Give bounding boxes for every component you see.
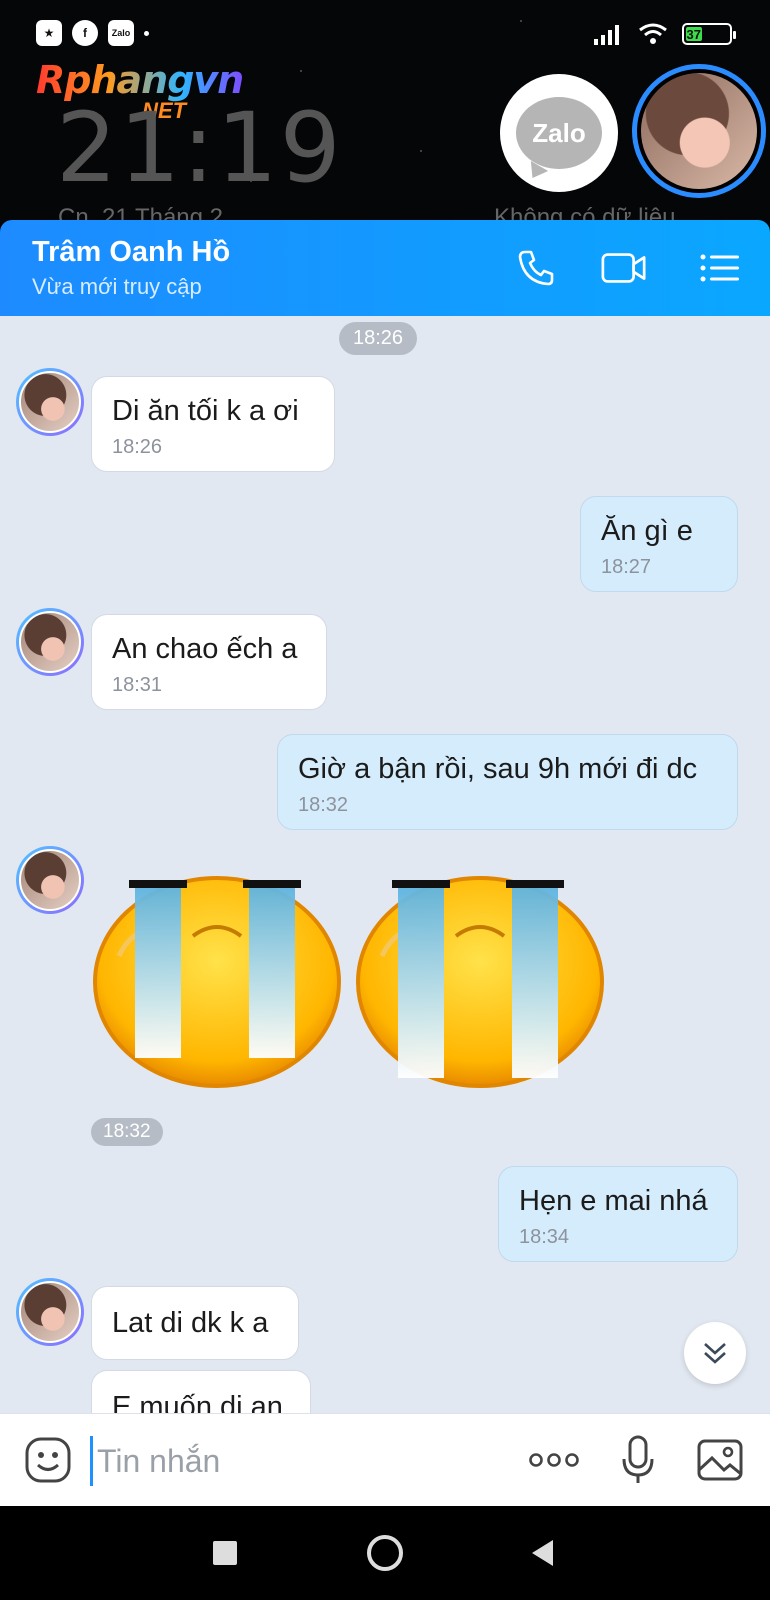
star-speck: [300, 70, 302, 72]
sticker-button[interactable]: [22, 1434, 74, 1486]
message-text: An chao ếch a: [112, 633, 298, 665]
chat-head-bubble[interactable]: [632, 64, 766, 198]
status-area: ★ f Zalo 37 Rphangvn .NET 21:19 Cn, 21 T…: [0, 0, 770, 225]
scroll-to-bottom-button[interactable]: [684, 1322, 746, 1384]
outgoing-message[interactable]: Ăn gì e 18:27: [580, 496, 738, 592]
chat-message-list[interactable]: 18:26 Di ăn tối k a ơi 18:26 Ăn gì e 18:…: [0, 316, 770, 1413]
outgoing-message[interactable]: Hẹn e mai nhá 18:34: [498, 1166, 738, 1262]
battery-icon: 37: [682, 23, 736, 45]
chat-options-button[interactable]: [696, 246, 744, 290]
image-gallery-icon: [697, 1439, 743, 1481]
chat-header: Trâm Oanh Hồ Vừa mới truy cập: [0, 220, 770, 316]
contact-avatar[interactable]: [16, 846, 84, 914]
battery-level: 37: [686, 26, 702, 42]
lockscreen-clock: 21:19: [56, 92, 343, 204]
back-triangle-icon: [532, 1540, 553, 1566]
phone-icon: [518, 250, 554, 286]
home-circle-icon: [367, 1535, 403, 1571]
video-call-button[interactable]: [600, 246, 648, 290]
message-input-bar: [0, 1413, 770, 1506]
zalo-logo-text: Zalo: [532, 117, 586, 148]
message-input[interactable]: [90, 1436, 500, 1486]
incoming-message[interactable]: E muốn di an: [91, 1370, 311, 1413]
avatar-photo: [19, 611, 81, 673]
zalo-logo-icon: Zalo: [516, 97, 602, 169]
contact-name[interactable]: Trâm Oanh Hồ: [32, 236, 230, 269]
list-menu-icon: [700, 254, 739, 282]
contact-avatar[interactable]: [16, 608, 84, 676]
crying-face-sticker[interactable]: [93, 866, 341, 1088]
sticker-time: 18:32: [91, 1118, 163, 1146]
system-navigation-bar: [0, 1506, 770, 1600]
message-text: Lat di dk k a: [112, 1307, 269, 1339]
wifi-icon: [639, 23, 667, 44]
signal-icon: [594, 25, 619, 45]
zalo-floating-bubble[interactable]: Zalo: [500, 74, 618, 192]
microphone-icon: [622, 1435, 654, 1483]
contact-avatar[interactable]: [16, 368, 84, 436]
video-camera-icon: [601, 253, 646, 283]
message-text: Hẹn e mai nhá: [519, 1185, 708, 1217]
incoming-message[interactable]: Di ăn tối k a ơi 18:26: [91, 376, 335, 472]
time-divider: 18:26: [339, 322, 418, 355]
contact-avatar[interactable]: [16, 1278, 84, 1346]
message-time: 18:32: [298, 794, 349, 816]
avatar-photo: [19, 1281, 81, 1343]
star-speck: [420, 150, 422, 152]
incoming-message[interactable]: An chao ếch a 18:31: [91, 614, 327, 710]
message-text: Ăn gì e: [601, 515, 693, 547]
more-options-button[interactable]: [528, 1434, 580, 1486]
facebook-icon: f: [72, 20, 98, 46]
message-text: E muốn di an: [112, 1391, 283, 1413]
contact-status: Vừa mới truy cập: [32, 274, 202, 299]
message-time: 18:31: [112, 674, 163, 696]
star-speck: [520, 20, 522, 22]
more-notifications-dot: [144, 30, 149, 36]
crying-face-sticker[interactable]: [356, 866, 604, 1088]
message-time: 18:26: [112, 436, 163, 458]
back-button[interactable]: [518, 1528, 568, 1578]
photo-picker-button[interactable]: [694, 1434, 746, 1486]
voice-call-button[interactable]: [512, 246, 560, 290]
status-right-icons: 37: [594, 22, 736, 46]
message-text: Giờ a bận rồi, sau 9h mới đi dc: [298, 753, 698, 785]
incoming-message[interactable]: Lat di dk k a: [91, 1286, 299, 1360]
outgoing-message[interactable]: Giờ a bận rồi, sau 9h mới đi dc 18:32: [277, 734, 738, 830]
square-icon: [213, 1541, 237, 1565]
more-dots-icon: [529, 1453, 579, 1467]
chat-head-avatar: [641, 73, 757, 189]
avatar-photo: [19, 849, 81, 911]
zalo-small-icon: Zalo: [108, 20, 134, 46]
star-app-icon: ★: [36, 20, 62, 46]
home-button[interactable]: [360, 1528, 410, 1578]
message-time: 18:27: [601, 556, 652, 578]
message-time: 18:34: [519, 1226, 570, 1248]
double-chevron-down-icon: [704, 1343, 726, 1364]
emoji-face-icon: [25, 1437, 71, 1483]
recent-apps-button[interactable]: [200, 1528, 250, 1578]
avatar-photo: [19, 371, 81, 433]
voice-record-button[interactable]: [612, 1434, 664, 1486]
status-left-icons: ★ f Zalo: [36, 20, 149, 46]
message-text: Di ăn tối k a ơi: [112, 395, 299, 427]
